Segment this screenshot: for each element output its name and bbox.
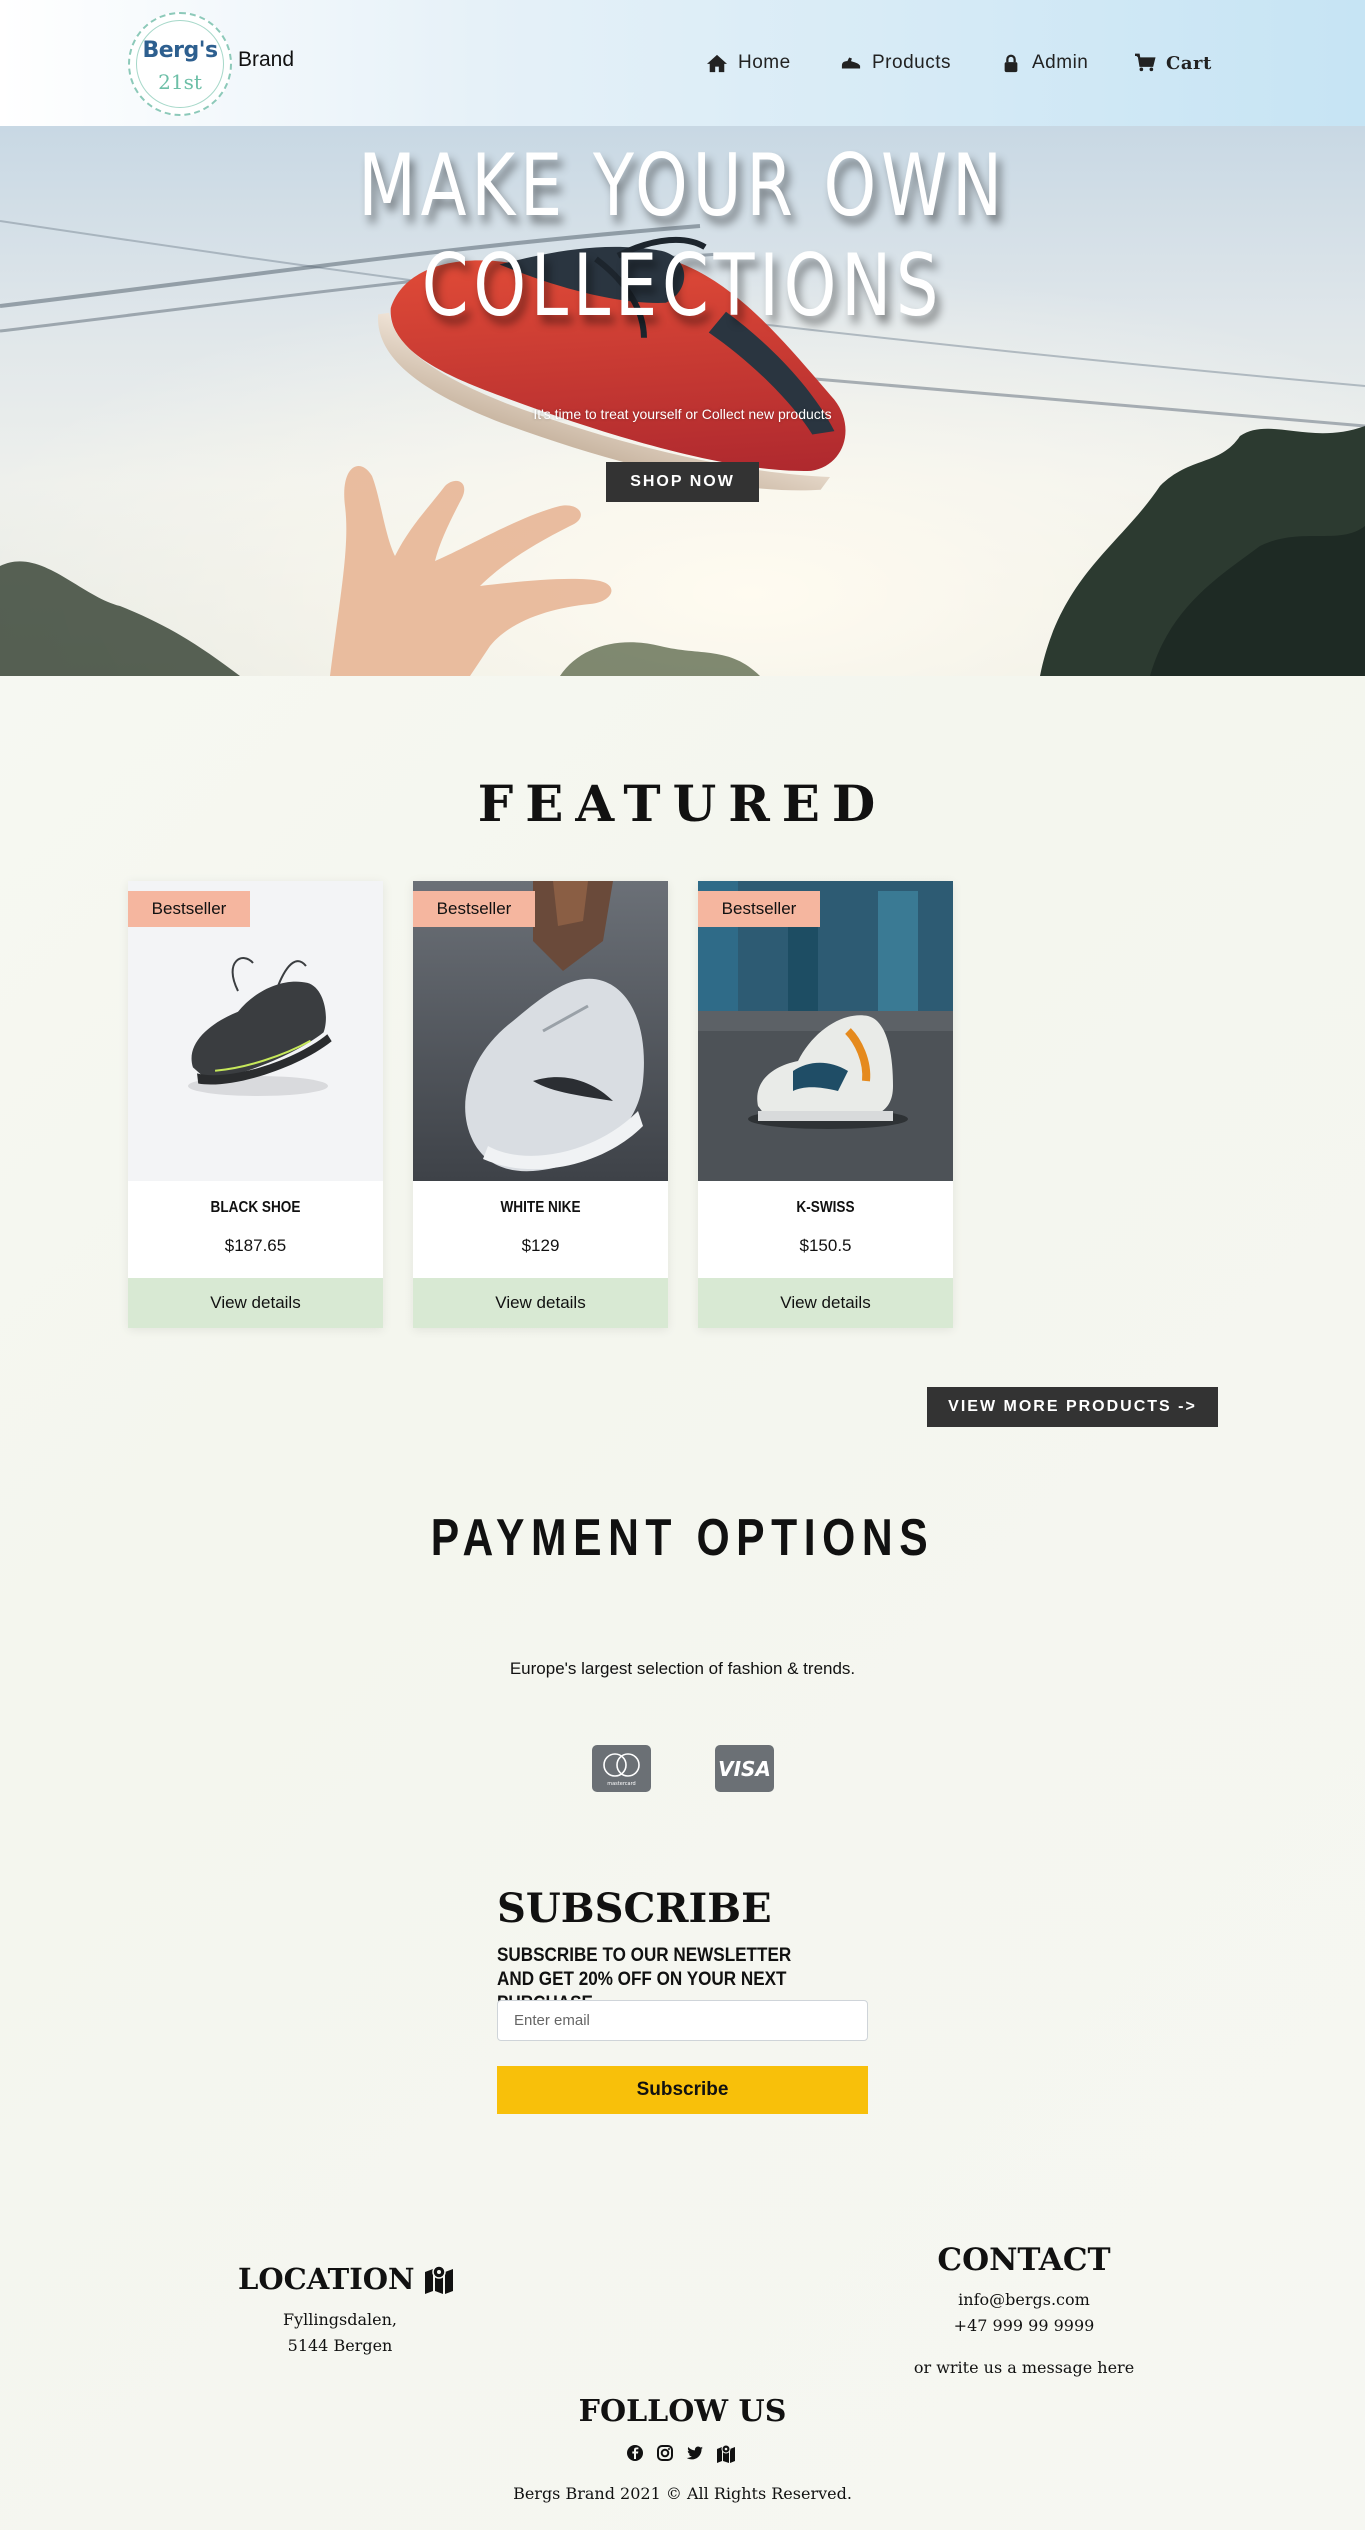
product-price: $129 [521,1236,560,1255]
nav-products-label: Products [872,52,951,73]
view-details-button[interactable]: View details [698,1278,953,1328]
payment-description: Europe's largest selection of fashion & … [509,1659,856,1678]
hero-banner: MAKE YOUR OWN COLLECTIONS It's time to t… [0,126,1365,676]
cart-icon [1135,53,1156,72]
product-price: $187.65 [224,1236,287,1255]
mastercard-label: mastercard [607,1781,635,1787]
shoe-icon [841,57,861,69]
product-name: WHITE NIKE [500,1199,581,1216]
lock-icon [1004,54,1018,73]
nav-admin[interactable]: Admin [1000,50,1088,76]
brand-logo[interactable]: Berg's 21st [128,12,232,116]
nav-cart-label: Cart [1166,52,1212,74]
logo-main-text: Berg's [142,38,218,63]
subscribe-button[interactable]: Subscribe [497,2066,868,2114]
hero-subtitle: It's time to treat yourself or Collect n… [533,406,832,422]
featured-title: FEATURED [477,774,888,833]
nav-cart[interactable]: Cart [1134,50,1212,76]
product-card[interactable]: Bestseller WHITE NIKE $129 View details [413,881,668,1328]
contact-phone[interactable]: +47 999 99 9999 [844,2316,1204,2335]
instagram-icon[interactable] [655,2443,675,2463]
contact-email[interactable]: info@bergs.com [844,2290,1204,2309]
email-input[interactable] [497,2000,868,2041]
product-name: BLACK SHOE [210,1199,301,1216]
logo-ring [136,20,224,108]
follow-us-title: FOLLOW US [578,2394,787,2429]
nav-admin-label: Admin [1032,52,1089,73]
product-card[interactable]: Bestseller K-SWISS $150.5 View details [698,881,953,1328]
payment-options-title: PAYMENT OPTIONS [430,1509,935,1567]
contact-message-link[interactable]: or write us a message here [844,2358,1204,2377]
map-icon [424,2265,453,2294]
subscribe-title: SUBSCRIBE [497,1885,772,1932]
address-line1: Fyllingsdalen, [282,2310,397,2329]
visa-label: VISA [718,1757,771,1781]
navbar: Berg's 21st Brand Home Products Admin Ca… [0,0,1365,126]
mastercard-icon: mastercard [592,1745,651,1792]
map-icon[interactable] [716,2443,736,2463]
view-more-products-button[interactable]: VIEW MORE PRODUCTS -> [927,1387,1218,1427]
bestseller-badge: Bestseller [698,891,820,927]
hero-title: MAKE YOUR OWN COLLECTIONS [150,136,1215,336]
nav-products[interactable]: Products [840,50,951,76]
contact-title: CONTACT [937,2242,1111,2278]
product-card[interactable]: Bestseller BLACK SHOE $187.65 View detai… [128,881,383,1328]
nav-home-label: Home [738,52,791,73]
brand-name[interactable]: Brand [238,48,294,72]
product-name: K-SWISS [796,1199,855,1216]
home-icon [707,54,727,73]
bestseller-badge: Bestseller [128,891,250,927]
logo-sub-text: 21st [158,70,202,94]
address-line2: 5144 Bergen [287,2336,393,2355]
copyright-text: Bergs Brand 2021 © All Rights Reserved. [513,2484,852,2503]
view-details-button[interactable]: View details [413,1278,668,1328]
facebook-icon[interactable] [625,2443,645,2463]
twitter-icon[interactable] [685,2443,705,2463]
location-title: LOCATION [238,2262,455,2296]
bestseller-badge: Bestseller [413,891,535,927]
visa-icon: VISA [715,1745,774,1792]
hero-title-line1: MAKE YOUR OWN [358,136,1007,236]
view-details-button[interactable]: View details [128,1278,383,1328]
location-title-text: LOCATION [238,2262,415,2296]
product-price: $150.5 [799,1236,852,1255]
hero-title-line2: COLLECTIONS [421,236,944,336]
shop-now-button[interactable]: SHOP NOW [606,462,759,502]
nav-home[interactable]: Home [706,50,791,76]
